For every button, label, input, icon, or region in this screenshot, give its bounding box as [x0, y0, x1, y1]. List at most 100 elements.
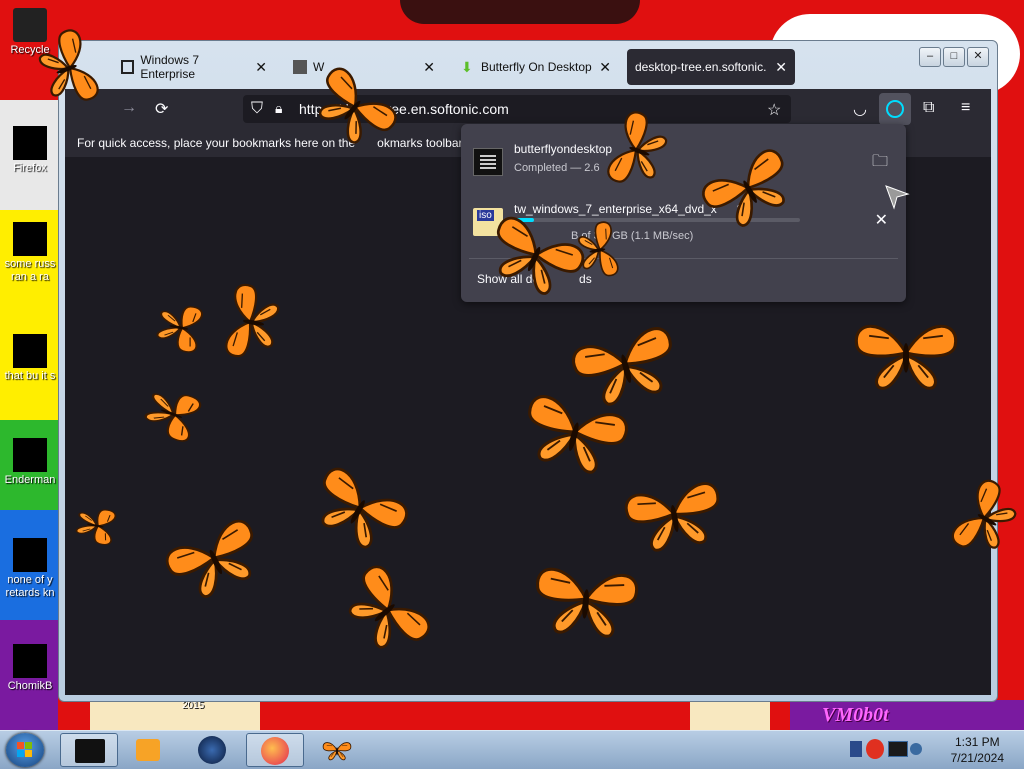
minimize-button[interactable]: – — [919, 47, 941, 67]
executable-file-icon — [473, 148, 503, 176]
forward-icon[interactable]: → — [121, 99, 137, 117]
download-item[interactable]: butterflyondesktop Completed — 2.6 🗀︎ — [473, 138, 894, 192]
lock-icon: 🔒︎ — [275, 100, 283, 116]
desktop-icon-label: Enderman — [4, 474, 56, 486]
wallpaper-shape — [690, 700, 770, 730]
pocket-icon[interactable]: ◡ — [853, 99, 867, 119]
app-icon — [13, 644, 47, 678]
close-window-button[interactable]: ✕ — [967, 47, 989, 67]
close-tab-icon[interactable]: ✕ — [255, 59, 267, 76]
shield-icon[interactable]: ⛉ — [251, 100, 263, 118]
media-player-icon — [136, 739, 160, 761]
network-icon[interactable] — [888, 741, 908, 757]
desktop-icon-enderman[interactable]: Enderman — [0, 438, 60, 487]
taskbar-app-butterfly[interactable] — [308, 733, 366, 767]
firefox-icon — [13, 126, 47, 160]
desktop-icon-file[interactable]: some russ ran a ra — [0, 222, 60, 284]
file-icon — [13, 538, 47, 572]
tab-favicon-icon — [121, 60, 135, 74]
tab-windows7[interactable]: Windows 7 Enterprise ✕ — [113, 49, 275, 85]
windows-logo-icon — [25, 742, 32, 749]
butterfly-icon — [340, 562, 435, 658]
close-tab-icon[interactable]: ✕ — [775, 59, 787, 76]
nav-toolbar: → ⟳ ⛉ 🔒︎ https://deree.en.softonic.com ☆… — [65, 89, 991, 129]
butterfly-icon — [154, 300, 205, 355]
extensions-icon[interactable]: ⧉ — [923, 99, 934, 117]
clock-time: 1:31 PM — [954, 735, 1000, 749]
menu-icon[interactable]: ≡ — [961, 99, 970, 117]
windows-logo-icon — [25, 750, 32, 757]
tray-icon[interactable] — [866, 739, 884, 759]
file-lines — [480, 155, 496, 157]
mouse-cursor-icon — [885, 185, 910, 210]
bookmarks-hint: For quick access, place your bookmarks h… — [77, 136, 479, 150]
firefox-icon — [261, 737, 289, 765]
wallpaper-shape — [400, 0, 640, 24]
windows-logo-icon — [17, 750, 24, 757]
cancel-download-icon[interactable]: ✕ — [875, 210, 888, 230]
url-text-tail: ree.en.softonic.com — [386, 101, 509, 117]
close-tab-icon[interactable]: ✕ — [423, 59, 435, 76]
tab-label: desktop-tree.en.softonic. — [635, 60, 767, 74]
bookmark-star-icon[interactable]: ☆ — [767, 100, 781, 120]
tab-favicon-icon — [293, 60, 307, 74]
butterfly-icon — [948, 476, 1024, 563]
taskbar-app-media[interactable] — [120, 733, 178, 767]
butterfly-icon — [74, 504, 118, 547]
desktop-icon-chomik[interactable]: ChomikB — [0, 644, 60, 693]
downloads-progress-icon — [886, 100, 904, 118]
globe-icon — [198, 736, 226, 764]
windows-logo-icon — [17, 742, 24, 749]
butterfly-icon — [520, 392, 630, 480]
taskbar-app-firefox[interactable] — [246, 733, 304, 767]
butterfly-icon — [32, 26, 102, 112]
tab-softonic-active[interactable]: desktop-tree.en.softonic. ✕ — [627, 49, 795, 85]
desktop-icon-label: that bu it s — [4, 370, 56, 382]
desktop-icon-label: Firefox — [13, 162, 47, 174]
taskbar-app-explorer[interactable] — [60, 733, 118, 767]
file-icon — [13, 334, 47, 368]
butterfly-icon — [223, 282, 283, 363]
app-icon — [75, 739, 105, 763]
tab-bar: Windows 7 Enterprise ✕ W ✕ ⬇ Butterfly O… — [107, 47, 877, 87]
start-button[interactable] — [6, 733, 44, 767]
taskbar: 1:31 PM 7/21/2024 — [0, 730, 1024, 769]
desktop-icon-label: none of y retards kn — [5, 574, 55, 599]
tab-label: Butterfly On Desktop — [481, 60, 592, 74]
clock-date: 7/21/2024 — [950, 751, 1004, 765]
butterfly-icon — [310, 463, 410, 556]
tray-icon[interactable] — [850, 741, 862, 757]
butterfly-icon — [854, 324, 958, 390]
reload-icon[interactable]: ⟳ — [155, 99, 168, 119]
desktop-icon-file[interactable]: none of y retards kn — [0, 538, 60, 600]
system-tray — [840, 733, 922, 767]
clock[interactable]: 1:31 PM 7/21/2024 — [951, 734, 1004, 766]
butterfly-icon — [310, 63, 400, 157]
app-icon — [13, 438, 47, 472]
butterfly-icon — [575, 220, 620, 281]
butterfly-icon — [622, 480, 727, 554]
file-icon — [13, 222, 47, 256]
close-tab-icon[interactable]: ✕ — [599, 59, 611, 76]
downloads-button[interactable] — [879, 93, 911, 125]
tab-label: Windows 7 Enterprise — [140, 53, 200, 81]
butterfly-icon — [700, 145, 796, 236]
butterfly-icon — [604, 108, 674, 194]
volume-icon[interactable] — [910, 743, 922, 755]
tab-butterfly[interactable]: ⬇ Butterfly On Desktop ✕ — [453, 49, 619, 85]
butterfly-icon — [322, 742, 352, 761]
desktop-icon-file[interactable]: that bu it s — [0, 334, 60, 383]
maximize-button[interactable]: □ — [943, 47, 965, 67]
butterfly-icon — [164, 515, 264, 608]
open-folder-icon[interactable]: 🗀︎ — [872, 150, 888, 177]
desktop-icon-label: ChomikB — [7, 680, 53, 692]
butterfly-icon — [531, 566, 640, 640]
desktop-icon-firefox[interactable]: Firefox — [0, 126, 60, 175]
download-arrow-icon: ⬇ — [461, 59, 473, 75]
desktop-icon-label: some russ ran a ra — [4, 258, 56, 283]
wallpaper-shape — [90, 700, 260, 730]
taskbar-app-globe[interactable] — [184, 733, 242, 767]
download-status: Completed — 2.6 — [514, 162, 600, 174]
vm-logo: VM0b0t — [822, 704, 889, 726]
butterfly-icon — [140, 383, 204, 445]
